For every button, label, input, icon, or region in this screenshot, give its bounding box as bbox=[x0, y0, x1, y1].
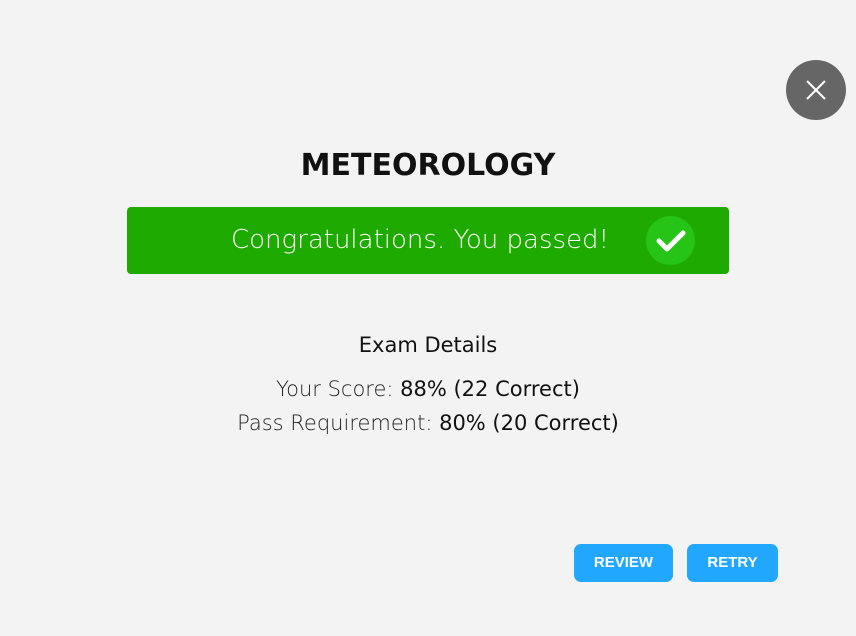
result-message: Congratulations. You passed! bbox=[230, 225, 609, 255]
close-button[interactable] bbox=[786, 60, 846, 120]
review-button[interactable]: REVIEW bbox=[574, 544, 673, 582]
exam-details-heading: Exam Details bbox=[358, 333, 498, 357]
pass-requirement-value: 80% (20 Correct) bbox=[439, 411, 619, 435]
retry-button[interactable]: RETRY bbox=[687, 544, 778, 582]
score-label: Your Score: bbox=[276, 377, 401, 401]
score-line: Your Score: 88% (22 Correct) bbox=[0, 377, 856, 401]
pass-requirement-line: Pass Requirement: 80% (20 Correct) bbox=[0, 411, 856, 435]
close-icon bbox=[806, 80, 826, 100]
pass-requirement-label: Pass Requirement: bbox=[237, 411, 440, 435]
exam-title: METEOROLOGY bbox=[300, 148, 556, 183]
checkmark-icon bbox=[646, 216, 695, 265]
score-value: 88% (22 Correct) bbox=[400, 377, 580, 401]
result-banner: Congratulations. You passed! bbox=[127, 207, 729, 274]
